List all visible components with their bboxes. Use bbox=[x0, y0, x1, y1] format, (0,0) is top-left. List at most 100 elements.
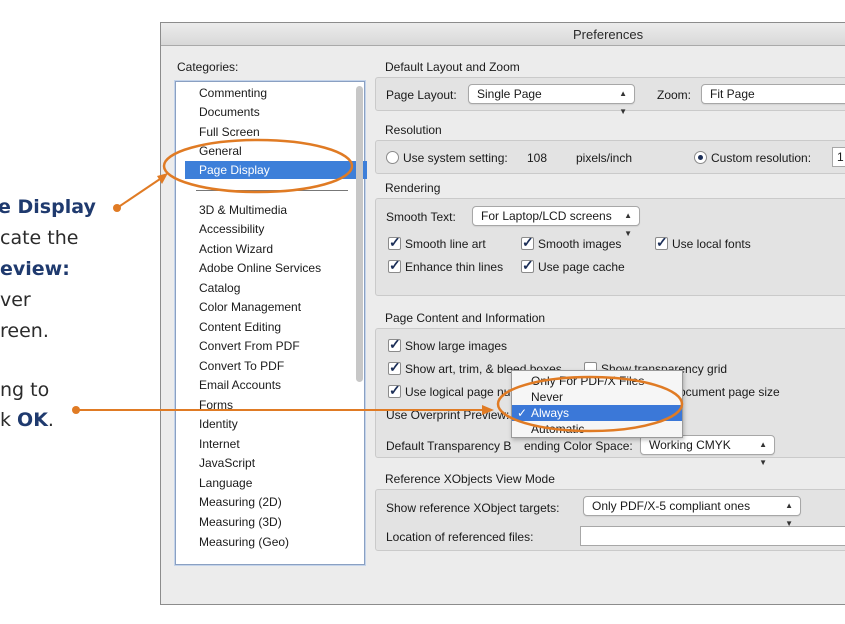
section-heading-resolution: Resolution bbox=[385, 123, 442, 137]
xobject-targets-select[interactable]: Only PDF/X-5 compliant ones ▲ ▼ bbox=[583, 496, 801, 528]
title-bar[interactable]: Preferences bbox=[161, 23, 845, 46]
smooth-images-checkbox[interactable]: Smooth images bbox=[521, 234, 622, 251]
blending-color-space-value: Working CMYK bbox=[649, 438, 731, 452]
menu-item-automatic[interactable]: Automatic bbox=[512, 421, 682, 437]
rendering-section: Smooth Text: For Laptop/LCD screens ▲▼ S… bbox=[375, 198, 845, 296]
updown-arrows-icon: ▲ ▼ bbox=[759, 440, 767, 467]
use-local-fonts-label: Use local fonts bbox=[672, 237, 751, 251]
checkmark-icon: ✓ bbox=[517, 406, 528, 420]
smooth-text-value: For Laptop/LCD screens bbox=[481, 209, 612, 223]
xobjects-section: Show reference XObject targets: Only PDF… bbox=[375, 489, 845, 551]
checkbox-checked-icon bbox=[388, 234, 401, 251]
checkbox-checked-icon bbox=[388, 382, 401, 399]
radio-dot-selected-icon bbox=[694, 151, 707, 164]
checkbox-checked-icon bbox=[655, 234, 668, 251]
category-item[interactable]: Internet bbox=[199, 437, 240, 451]
smooth-text-select[interactable]: For Laptop/LCD screens ▲ ▼ bbox=[472, 206, 640, 238]
section-heading-xobjects: Reference XObjects View Mode bbox=[385, 472, 555, 486]
page-layout-value: Single Page bbox=[477, 87, 542, 101]
category-item[interactable]: Measuring (2D) bbox=[199, 495, 282, 509]
updown-arrows-icon: ▲ ▼ bbox=[619, 89, 627, 116]
category-item[interactable]: Content Editing bbox=[199, 320, 281, 334]
menu-item-always[interactable]: ✓ Always bbox=[512, 405, 682, 421]
category-item[interactable]: Measuring (3D) bbox=[199, 515, 282, 529]
category-item-commenting[interactable]: Commenting bbox=[199, 86, 267, 100]
checkbox-checked-icon bbox=[388, 336, 401, 353]
smooth-text-label: Smooth Text: bbox=[386, 210, 456, 224]
categories-scrollbar[interactable] bbox=[356, 86, 363, 382]
category-item[interactable]: Accessibility bbox=[199, 222, 264, 236]
categories-label: Categories: bbox=[177, 60, 239, 74]
category-item[interactable]: Language bbox=[199, 476, 252, 490]
system-resolution-unit: pixels/inch bbox=[576, 151, 633, 165]
category-item[interactable]: Convert To PDF bbox=[199, 359, 284, 373]
zoom-label: Zoom: bbox=[657, 88, 692, 102]
show-large-images-checkbox[interactable]: Show large images bbox=[388, 336, 508, 353]
smooth-line-art-label: Smooth line art bbox=[405, 237, 486, 251]
use-logical-page-numbers-label: Use logical page nu bbox=[405, 385, 511, 399]
category-item[interactable]: Color Management bbox=[199, 300, 301, 314]
category-item[interactable]: Forms bbox=[199, 398, 233, 412]
callout-text-line-7-start: k bbox=[0, 409, 18, 431]
checkbox-checked-icon bbox=[388, 359, 401, 376]
preferences-window: Preferences Categories: Commenting Docum… bbox=[160, 22, 845, 605]
resolution-section: Use system setting: 108 pixels/inch Cust… bbox=[375, 140, 845, 174]
callout-text-line-7-end: . bbox=[47, 409, 54, 431]
menu-item-only-pdfx[interactable]: Only For PDF/X Files bbox=[512, 373, 682, 389]
use-local-fonts-checkbox[interactable]: Use local fonts bbox=[655, 234, 751, 251]
page-layout-select[interactable]: Single Page ▲ ▼ bbox=[468, 84, 635, 116]
category-item[interactable]: JavaScript bbox=[199, 456, 255, 470]
zoom-value: Fit Page bbox=[710, 87, 755, 101]
overprint-preview-dropdown-menu[interactable]: Only For PDF/X Files Never ✓ Always Autom… bbox=[511, 370, 683, 438]
page-layout-label: Page Layout: bbox=[386, 88, 457, 102]
blending-color-space-select[interactable]: Working CMYK ▲ ▼ bbox=[640, 435, 775, 467]
custom-resolution-label: Custom resolution: bbox=[711, 151, 812, 165]
use-page-cache-checkbox[interactable]: Use page cache bbox=[521, 257, 625, 274]
system-resolution-value: 108 bbox=[527, 151, 548, 165]
category-item[interactable]: Catalog bbox=[199, 281, 240, 295]
category-item-full-screen[interactable]: Full Screen bbox=[199, 125, 260, 139]
category-item-documents[interactable]: Documents bbox=[199, 105, 260, 119]
use-system-setting-radio[interactable]: Use system setting: bbox=[386, 151, 508, 165]
callout-text-line-3: eview: bbox=[0, 258, 70, 280]
window-title: Preferences bbox=[573, 27, 644, 42]
smooth-images-label: Smooth images bbox=[538, 237, 622, 251]
document-page-size-label: ocument page size bbox=[679, 385, 780, 399]
referenced-files-location-label: Location of referenced files: bbox=[386, 530, 534, 544]
category-item[interactable]: Adobe Online Services bbox=[199, 261, 321, 275]
blending-color-space-label-start: Default Transparency B bbox=[386, 439, 512, 453]
custom-resolution-value: 1 bbox=[837, 150, 844, 164]
category-item[interactable]: Identity bbox=[199, 417, 238, 431]
smooth-line-art-checkbox[interactable]: Smooth line art bbox=[388, 234, 486, 251]
callout-ok-text: OK bbox=[17, 409, 48, 431]
category-item[interactable]: Email Accounts bbox=[199, 378, 281, 392]
radio-dot-icon bbox=[386, 151, 399, 164]
category-item[interactable]: Action Wizard bbox=[199, 242, 273, 256]
checkbox-checked-icon bbox=[388, 257, 401, 274]
custom-resolution-input[interactable]: 1 bbox=[832, 147, 845, 167]
categories-list[interactable]: Commenting Documents Full Screen General… bbox=[175, 81, 367, 565]
callout-text-line-1: e Display bbox=[0, 196, 96, 218]
section-heading-layout-zoom: Default Layout and Zoom bbox=[385, 60, 520, 74]
category-item-general[interactable]: General bbox=[199, 144, 242, 158]
category-item[interactable]: Convert From PDF bbox=[199, 339, 300, 353]
callout-text-line-5: reen. bbox=[0, 320, 49, 342]
category-item-page-display[interactable]: Page Display bbox=[185, 161, 367, 179]
checkbox-checked-icon bbox=[521, 234, 534, 251]
blending-color-space-label-end: ending Color Space: bbox=[524, 439, 633, 453]
use-page-cache-label: Use page cache bbox=[538, 260, 625, 274]
category-item[interactable]: Measuring (Geo) bbox=[199, 535, 289, 549]
show-large-images-label: Show large images bbox=[405, 339, 508, 353]
referenced-files-location-input[interactable] bbox=[580, 526, 845, 546]
category-separator bbox=[196, 190, 348, 191]
xobject-targets-value: Only PDF/X-5 compliant ones bbox=[592, 499, 751, 513]
use-system-setting-label: Use system setting: bbox=[403, 151, 508, 165]
use-logical-page-numbers-checkbox[interactable]: Use logical page nu bbox=[388, 382, 511, 399]
zoom-select[interactable]: Fit Page bbox=[701, 84, 845, 104]
menu-item-never[interactable]: Never bbox=[512, 389, 682, 405]
category-item[interactable]: 3D & Multimedia bbox=[199, 203, 287, 217]
custom-resolution-radio[interactable]: Custom resolution: bbox=[694, 151, 811, 165]
enhance-thin-lines-checkbox[interactable]: Enhance thin lines bbox=[388, 257, 503, 274]
layout-zoom-section: Page Layout: Single Page ▲ ▼ Zoom: Fit Pa… bbox=[375, 77, 845, 116]
callout-text-line-7: k OK. bbox=[0, 411, 54, 430]
